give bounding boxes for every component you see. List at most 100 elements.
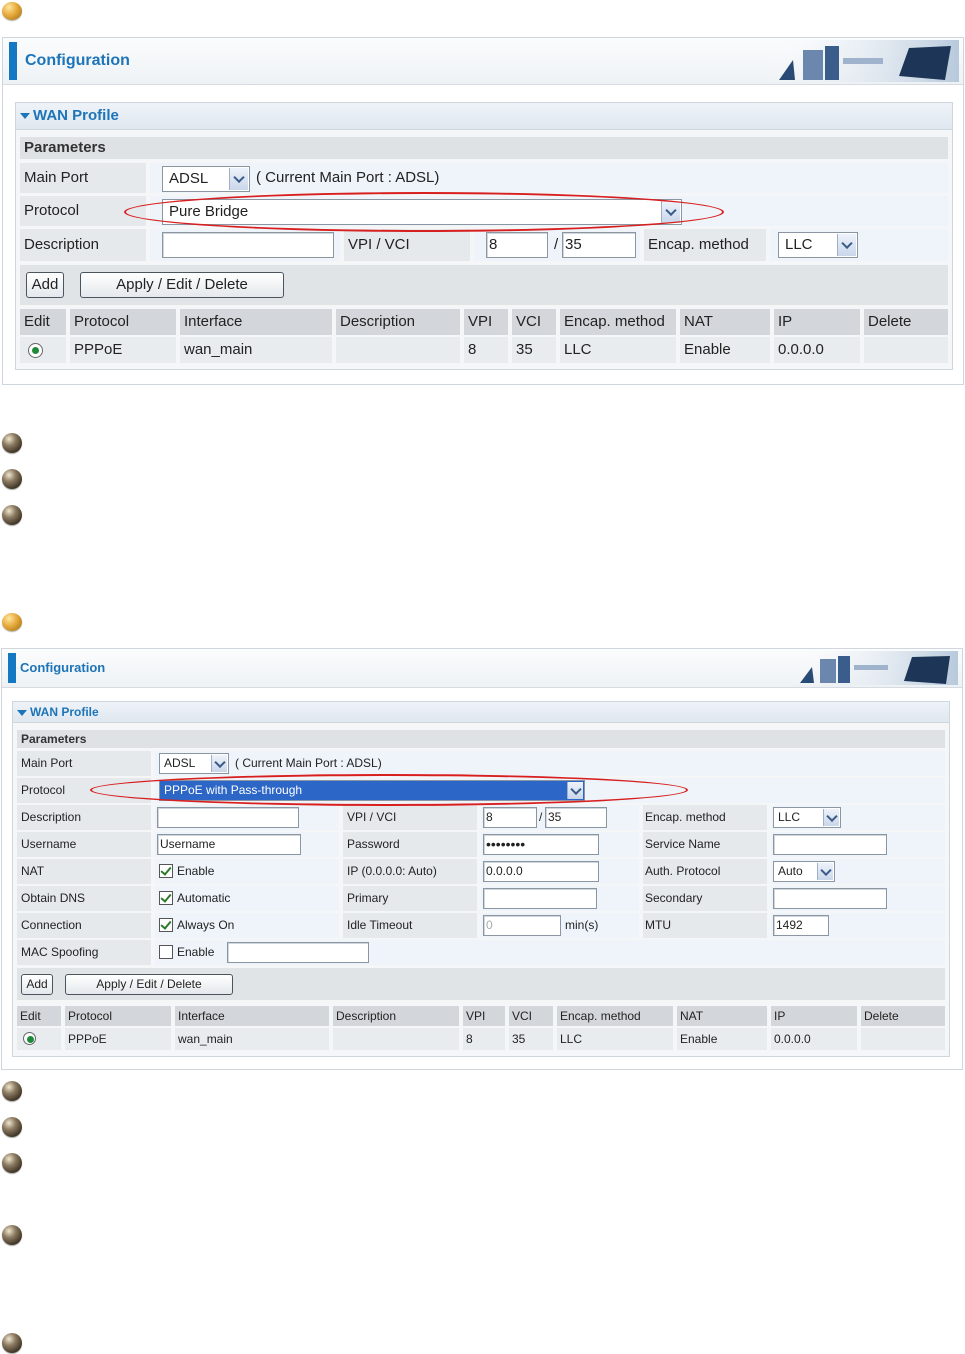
vci-input[interactable]: 35 <box>545 807 607 828</box>
vpi-input[interactable]: 8 <box>483 807 537 828</box>
protocol-select[interactable]: PPPoE with Pass-through <box>159 780 585 801</box>
protocol-label: Protocol <box>24 202 80 219</box>
nat-checkbox[interactable] <box>159 864 173 878</box>
username-row: Username Username Password •••••••• Serv… <box>17 832 945 857</box>
description-value-cell <box>155 805 339 830</box>
current-main-port: ( Current Main Port : ADSL) <box>235 756 382 770</box>
params-header: Parameters <box>20 137 948 159</box>
wan-profile-title[interactable]: WAN Profile <box>16 103 952 130</box>
th-encap-text: Encap. method <box>560 1009 641 1023</box>
td-nat: Enable <box>677 1028 767 1050</box>
encap-label-cell: Encap. method <box>643 805 767 830</box>
td-vci: 35 <box>509 1028 553 1050</box>
password-input[interactable]: •••••••• <box>483 834 599 855</box>
secondary-dns-input[interactable] <box>773 888 887 909</box>
td-encap-text: LLC <box>560 1032 583 1046</box>
nat-row: NAT Enable IP (0.0.0.0: Auto) 0.0.0.0 Au… <box>17 859 945 884</box>
main-port-label-cell: Main Port <box>20 163 146 193</box>
description-input[interactable] <box>162 232 334 258</box>
th-interface: Interface <box>175 1006 329 1026</box>
service-name-label: Service Name <box>645 837 721 851</box>
ip-input[interactable]: 0.0.0.0 <box>483 861 599 882</box>
idle-label: Idle Timeout <box>347 918 413 932</box>
connection-row: Connection Always On Idle Timeout 0 min(… <box>17 913 945 938</box>
protocol-label-cell: Protocol <box>17 778 151 803</box>
td-description <box>336 337 460 363</box>
mtu-label: MTU <box>645 918 671 932</box>
td-nat-text: Enable <box>680 1032 718 1046</box>
dark-bullet-icon <box>2 1225 22 1245</box>
td-protocol-text: PPPoE <box>74 341 123 358</box>
dropdown-arrow-icon <box>661 201 680 223</box>
td-ip: 0.0.0.0 <box>774 337 860 363</box>
auth-protocol-select[interactable]: Auto <box>773 861 835 882</box>
main-port-select[interactable]: ADSL <box>162 166 250 192</box>
params-title: Parameters <box>21 732 87 746</box>
apply-edit-delete-button[interactable]: Apply / Edit / Delete <box>80 272 284 298</box>
always-on-checkbox[interactable] <box>159 918 173 932</box>
td-description <box>333 1028 459 1050</box>
encap-label-cell: Encap. method <box>644 229 766 261</box>
edit-radio[interactable] <box>28 343 43 358</box>
dropdown-arrow-icon <box>837 234 856 256</box>
encap-label: Encap. method <box>648 236 749 253</box>
td-protocol: PPPoE <box>65 1028 171 1050</box>
vci-input[interactable]: 35 <box>562 232 636 258</box>
vpi-input[interactable]: 8 <box>486 232 548 258</box>
main-port-value-cell: ADSL ( Current Main Port : ADSL) <box>155 751 945 776</box>
description-label: Description <box>24 236 100 253</box>
username-value-cell: Username <box>155 832 339 857</box>
main-port-select[interactable]: ADSL <box>159 753 229 774</box>
th-edit: Edit <box>20 309 66 335</box>
td-edit <box>17 1028 61 1050</box>
mtu-input[interactable]: 1492 <box>773 915 829 936</box>
th-vci: VCI <box>509 1006 553 1026</box>
description-input[interactable] <box>157 807 299 828</box>
protocol-label-cell: Protocol <box>20 196 146 226</box>
mac-address-input[interactable] <box>227 942 369 963</box>
td-encap: LLC <box>557 1028 673 1050</box>
dns-value-cell: Automatic <box>155 886 339 911</box>
add-button[interactable]: Add <box>26 272 64 298</box>
th-description: Description <box>336 309 460 335</box>
wan-profile-title[interactable]: WAN Profile <box>13 702 949 723</box>
protocol-value: PPPoE with Pass-through <box>164 783 303 797</box>
td-interface: wan_main <box>175 1028 329 1050</box>
th-delete-text: Delete <box>868 313 912 330</box>
edit-radio[interactable] <box>23 1032 36 1045</box>
service-name-input[interactable] <box>773 834 887 855</box>
username-label-cell: Username <box>17 832 151 857</box>
secondary-label: Secondary <box>645 891 703 905</box>
apply-edit-delete-button[interactable]: Apply / Edit / Delete <box>65 974 233 995</box>
panel-title: Configuration <box>20 660 106 675</box>
dropdown-arrow-icon <box>567 782 583 799</box>
main-port-label: Main Port <box>24 169 89 186</box>
protocol-value: Pure Bridge <box>169 203 249 220</box>
section-label: WAN Profile <box>30 705 99 719</box>
vpi-vci-label-cell: VPI / VCI <box>344 229 470 261</box>
encap-select[interactable]: LLC <box>773 807 841 828</box>
td-vpi: 8 <box>463 1028 505 1050</box>
idle-timeout-input[interactable]: 0 <box>483 915 561 936</box>
td-ip-text: 0.0.0.0 <box>774 1032 811 1046</box>
th-vci: VCI <box>512 309 556 335</box>
encap-select[interactable]: LLC <box>778 232 858 258</box>
th-protocol: Protocol <box>65 1006 171 1026</box>
dns-checkbox[interactable] <box>159 891 173 905</box>
th-nat-text: NAT <box>680 1009 704 1023</box>
encap-value: LLC <box>778 810 801 824</box>
description-value-cell <box>150 229 340 261</box>
main-port-value: ADSL <box>164 756 196 770</box>
primary-dns-input[interactable] <box>483 888 597 909</box>
mac-spoofing-row: MAC Spoofing Enable <box>17 940 945 965</box>
protocol-select[interactable]: Pure Bridge <box>162 199 682 225</box>
add-button[interactable]: Add <box>21 974 53 995</box>
mac-spoofing-checkbox[interactable] <box>159 945 173 959</box>
encap-value-cell: LLC <box>771 805 945 830</box>
params-title: Parameters <box>24 139 106 156</box>
dns-check-label: Automatic <box>177 891 231 905</box>
th-vci-text: VCI <box>512 1009 533 1023</box>
username-input[interactable]: Username <box>157 834 301 855</box>
th-delete: Delete <box>864 309 948 335</box>
description-row: Description VPI / VCI 8 / 35 Encap. meth… <box>17 805 945 830</box>
